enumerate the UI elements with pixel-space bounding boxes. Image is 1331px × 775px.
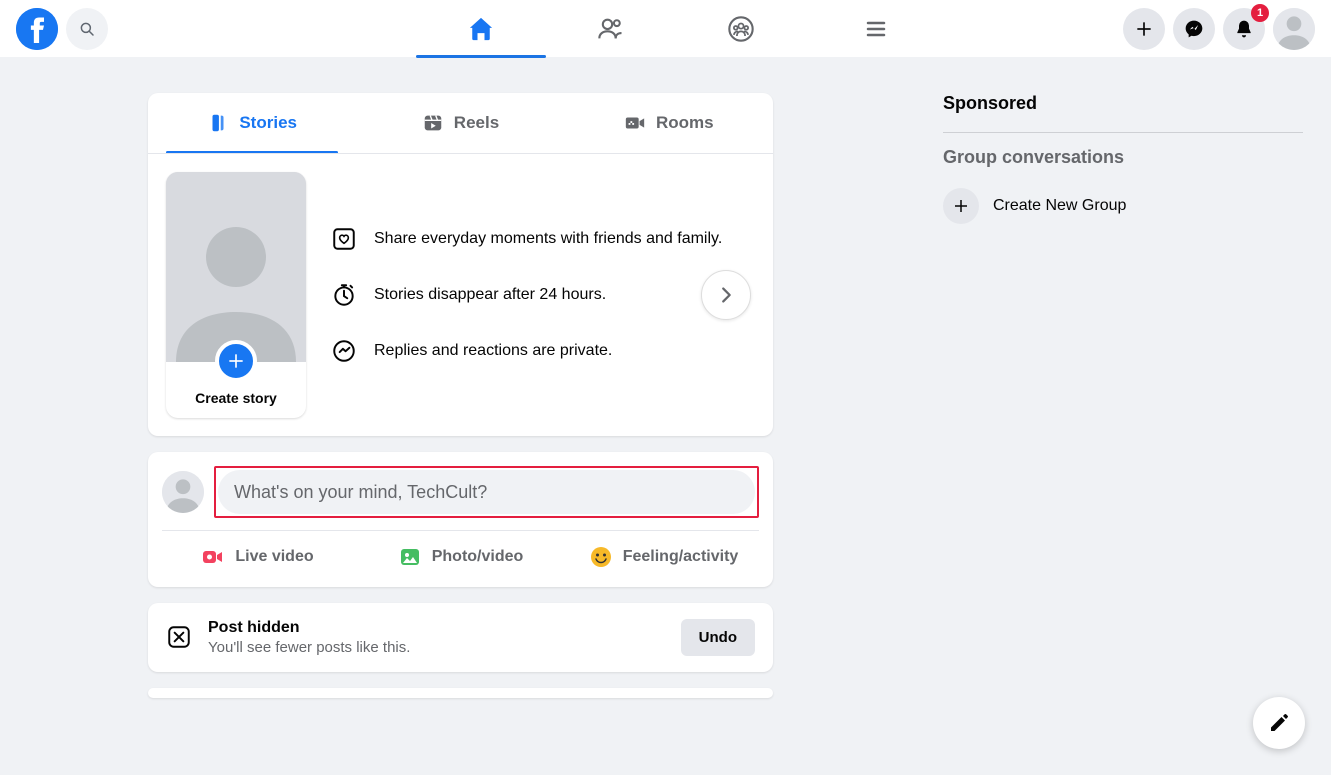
story-info-text: Stories disappear after 24 hours. bbox=[374, 286, 606, 304]
avatar-icon bbox=[1273, 8, 1315, 50]
plus-circle-icon bbox=[943, 188, 979, 224]
friends-icon bbox=[597, 15, 625, 43]
sponsored-header: Sponsored bbox=[943, 93, 1303, 114]
nav-home[interactable] bbox=[416, 0, 546, 57]
stories-card: Stories Reels Rooms bbox=[148, 93, 773, 436]
create-new-group-label: Create New Group bbox=[993, 197, 1126, 215]
account-button[interactable] bbox=[1273, 8, 1315, 50]
bell-icon bbox=[1234, 19, 1254, 39]
plus-icon bbox=[1134, 19, 1154, 39]
messenger-icon bbox=[1184, 19, 1204, 39]
composer-top: What's on your mind, TechCult? bbox=[148, 452, 773, 530]
composer-live-video[interactable]: Live video bbox=[156, 535, 359, 579]
tab-stories-label: Stories bbox=[239, 113, 297, 133]
photo-icon bbox=[398, 545, 422, 569]
undo-button[interactable]: Undo bbox=[681, 619, 755, 656]
stories-body: Create story Share everyday moments with… bbox=[148, 153, 773, 436]
top-header: 1 bbox=[0, 0, 1331, 57]
live-video-icon bbox=[201, 545, 225, 569]
reels-icon bbox=[422, 112, 444, 134]
photo-heart-icon bbox=[330, 225, 358, 253]
tab-reels-label: Reels bbox=[454, 113, 499, 133]
notifications-badge: 1 bbox=[1251, 4, 1269, 22]
groups-icon bbox=[727, 15, 755, 43]
notifications-button[interactable]: 1 bbox=[1223, 8, 1265, 50]
stories-info: Share everyday moments with friends and … bbox=[330, 172, 722, 418]
group-conversations-header: Group conversations bbox=[943, 147, 1303, 168]
tab-rooms-label: Rooms bbox=[656, 113, 714, 133]
header-left bbox=[16, 8, 108, 50]
compose-fab[interactable] bbox=[1253, 697, 1305, 749]
composer-input[interactable]: What's on your mind, TechCult? bbox=[218, 470, 755, 514]
nav-groups[interactable] bbox=[676, 0, 806, 57]
composer-options: Live video Photo/video Feeling/activity bbox=[148, 531, 773, 587]
composer-card: What's on your mind, TechCult? Live vide… bbox=[148, 452, 773, 587]
composer-feeling-label: Feeling/activity bbox=[623, 548, 739, 566]
create-button[interactable] bbox=[1123, 8, 1165, 50]
create-new-group[interactable]: Create New Group bbox=[943, 182, 1303, 230]
composer-highlight: What's on your mind, TechCult? bbox=[214, 466, 759, 518]
composer-photo-video[interactable]: Photo/video bbox=[359, 535, 562, 579]
avatar-icon bbox=[162, 471, 204, 513]
feed-column: Stories Reels Rooms bbox=[148, 93, 773, 698]
tab-rooms[interactable]: Rooms bbox=[565, 93, 773, 153]
create-story-card[interactable]: Create story bbox=[166, 172, 306, 418]
search-button[interactable] bbox=[66, 8, 108, 50]
nav-menu[interactable] bbox=[836, 0, 916, 57]
stories-icon bbox=[207, 112, 229, 134]
messenger-button[interactable] bbox=[1173, 8, 1215, 50]
clock-icon bbox=[330, 281, 358, 309]
main-layout: Stories Reels Rooms bbox=[0, 57, 1331, 698]
story-info-text: Replies and reactions are private. bbox=[374, 342, 612, 360]
right-column: Sponsored Group conversations Create New… bbox=[943, 65, 1303, 698]
rooms-icon bbox=[624, 112, 646, 134]
story-info-row: Stories disappear after 24 hours. bbox=[330, 281, 722, 309]
next-card-peek bbox=[148, 688, 773, 698]
edit-icon bbox=[1267, 711, 1291, 735]
tab-reels[interactable]: Reels bbox=[356, 93, 564, 153]
header-right: 1 bbox=[1123, 8, 1315, 50]
feeling-icon bbox=[589, 545, 613, 569]
story-info-row: Share everyday moments with friends and … bbox=[330, 225, 722, 253]
avatar-placeholder-icon bbox=[166, 172, 306, 362]
hidden-post-subtitle: You'll see fewer posts like this. bbox=[208, 639, 667, 656]
stories-next-button[interactable] bbox=[701, 270, 751, 320]
menu-icon bbox=[864, 17, 888, 41]
create-story-add-icon bbox=[215, 340, 257, 382]
composer-avatar[interactable] bbox=[162, 471, 204, 513]
story-info-row: Replies and reactions are private. bbox=[330, 337, 722, 365]
hidden-post-title: Post hidden bbox=[208, 619, 667, 637]
nav-friends[interactable] bbox=[546, 0, 676, 57]
facebook-logo[interactable] bbox=[16, 8, 58, 50]
hidden-icon bbox=[166, 624, 194, 652]
reply-icon bbox=[330, 337, 358, 365]
composer-feeling[interactable]: Feeling/activity bbox=[562, 535, 765, 579]
tab-stories[interactable]: Stories bbox=[148, 93, 356, 153]
stories-tabs: Stories Reels Rooms bbox=[148, 93, 773, 153]
search-icon bbox=[78, 20, 96, 38]
composer-photo-label: Photo/video bbox=[432, 548, 524, 566]
home-icon bbox=[467, 15, 495, 43]
story-info-text: Share everyday moments with friends and … bbox=[374, 230, 722, 248]
hidden-post-card: Post hidden You'll see fewer posts like … bbox=[148, 603, 773, 672]
chevron-right-icon bbox=[715, 284, 737, 306]
header-nav bbox=[416, 0, 916, 57]
composer-live-label: Live video bbox=[235, 548, 313, 566]
